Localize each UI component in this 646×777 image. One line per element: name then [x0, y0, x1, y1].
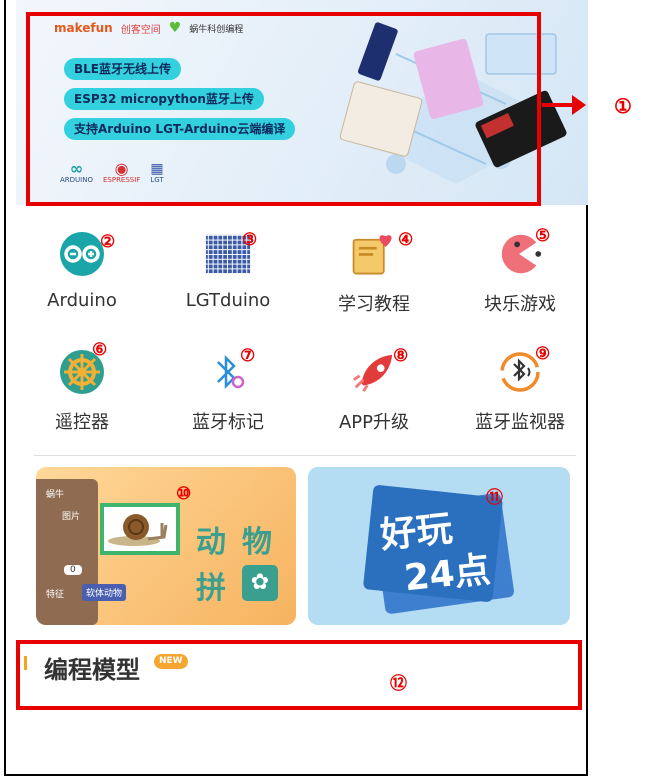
marker-9: ⑨	[535, 344, 551, 364]
block-panel	[36, 479, 98, 625]
tile-label: LGTduino	[185, 290, 271, 311]
tile-lgtduino[interactable]: LGTduino	[164, 230, 284, 340]
tile-label: 蓝牙标记	[192, 412, 264, 433]
card-24-points[interactable]: 好玩 24点	[308, 467, 570, 625]
tile-arduino[interactable]: Arduino	[18, 230, 138, 340]
marker-8: ⑧	[393, 346, 409, 366]
arduino-icon	[58, 230, 106, 278]
callout-box-banner	[26, 12, 541, 206]
tile-label: APP升级	[338, 412, 410, 433]
callout-arrow-head	[572, 95, 586, 115]
tile-bluetooth-monitor[interactable]: 蓝牙监视器	[456, 348, 576, 458]
tile-remote-control[interactable]: 遥控器	[18, 348, 138, 458]
card-24-title-line2: 24点	[402, 549, 493, 600]
block-label-snail: 蜗牛	[46, 490, 65, 500]
divider	[34, 455, 576, 456]
block-label-feature: 特征	[46, 590, 65, 600]
marker-1: ①	[614, 94, 632, 118]
tile-app-upgrade[interactable]: APP升级	[310, 348, 430, 458]
tile-label: 遥控器	[55, 412, 109, 433]
block-value: 0	[64, 565, 82, 575]
marker-10: ⑩	[176, 484, 192, 504]
rocket-icon	[350, 348, 398, 396]
card-animal-puzzle[interactable]: 蜗牛 图片 0 特征 软体动物 动 物 拼 ✿	[36, 467, 296, 625]
card-title-char-3: 拼	[196, 571, 226, 606]
marker-4: ④	[398, 230, 414, 250]
tile-block-game[interactable]: 块乐游戏	[456, 230, 576, 340]
tile-label: 学习教程	[338, 294, 410, 315]
marker-11: ⑪	[486, 488, 503, 508]
marker-5: ⑤	[535, 226, 551, 246]
puzzle-piece-icon: ✿	[242, 565, 278, 601]
tag-mollusk: 软体动物	[82, 584, 127, 601]
snail-image	[100, 503, 180, 555]
tile-label: 蓝牙监视器	[475, 412, 565, 433]
card-title-char-1: 动	[196, 525, 226, 560]
marker-2: ②	[100, 232, 116, 252]
card-title-char-2: 物	[242, 525, 272, 560]
marker-6: ⑥	[92, 340, 108, 360]
tile-bluetooth-mark[interactable]: 蓝牙标记	[164, 348, 284, 458]
tile-label: Arduino	[47, 290, 117, 311]
marker-7: ⑦	[240, 346, 256, 366]
block-label-image: 图片	[62, 512, 81, 522]
marker-12: ⑫	[390, 674, 407, 694]
book-heart-icon	[350, 230, 398, 278]
callout-box-section	[16, 640, 582, 710]
tile-label: 块乐游戏	[484, 294, 556, 315]
marker-3: ③	[242, 230, 258, 250]
